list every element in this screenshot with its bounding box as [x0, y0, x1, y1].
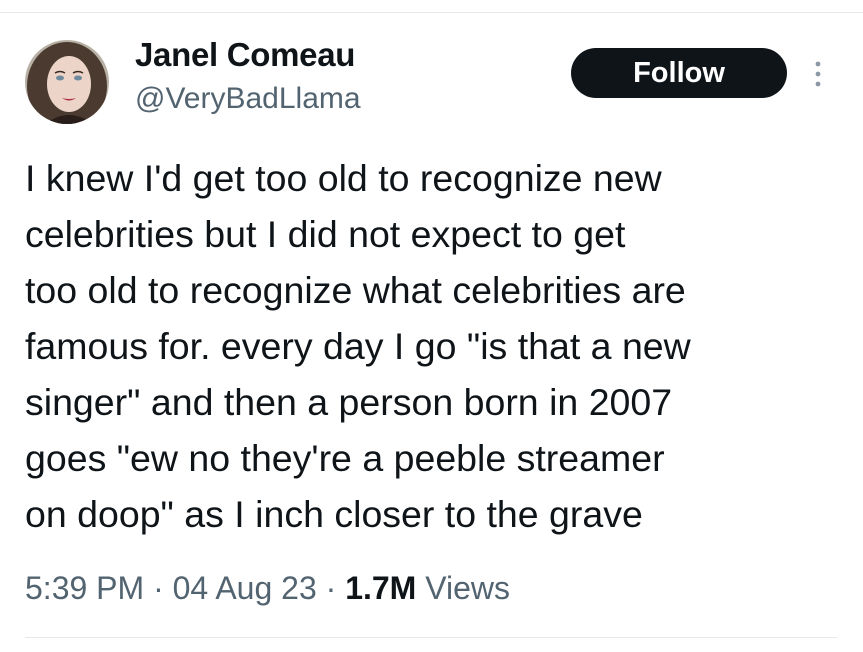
- tweet-time[interactable]: 5:39 PM: [25, 570, 144, 606]
- tweet-text-line: singer" and then a person born in 2007: [25, 381, 673, 423]
- avatar-image: [25, 40, 109, 124]
- tweet-text-line: famous for. every day I go "is that a ne…: [25, 325, 691, 367]
- follow-button[interactable]: Follow: [571, 48, 787, 98]
- tweet-text-line: on doop" as I inch closer to the grave: [25, 493, 643, 535]
- author-handle[interactable]: @VeryBadLlama: [135, 82, 361, 116]
- avatar[interactable]: [25, 40, 109, 124]
- tweet-text-line: too old to recognize what celebrities ar…: [25, 269, 686, 311]
- vertical-ellipsis-icon[interactable]: [811, 58, 825, 90]
- tweet-text-line: I knew I'd get too old to recognize new: [25, 157, 662, 199]
- bottom-divider: [25, 637, 837, 638]
- top-divider: [0, 12, 863, 13]
- views-count[interactable]: 1.7M: [345, 570, 416, 606]
- tweet-text-line: goes "ew no they're a peeble streamer: [25, 437, 665, 479]
- tweet-text: I knew I'd get too old to recognize new …: [25, 150, 855, 542]
- tweet-text-line: celebrities but I did not expect to get: [25, 213, 626, 255]
- meta-separator: ·: [325, 570, 337, 606]
- tweet-meta: 5:39 PM · 04 Aug 23 · 1.7M Views: [25, 570, 510, 607]
- views-label[interactable]: Views: [425, 570, 510, 606]
- tweet-date[interactable]: 04 Aug 23: [173, 570, 317, 606]
- author-display-name[interactable]: Janel Comeau: [135, 36, 355, 74]
- meta-separator: ·: [153, 570, 164, 606]
